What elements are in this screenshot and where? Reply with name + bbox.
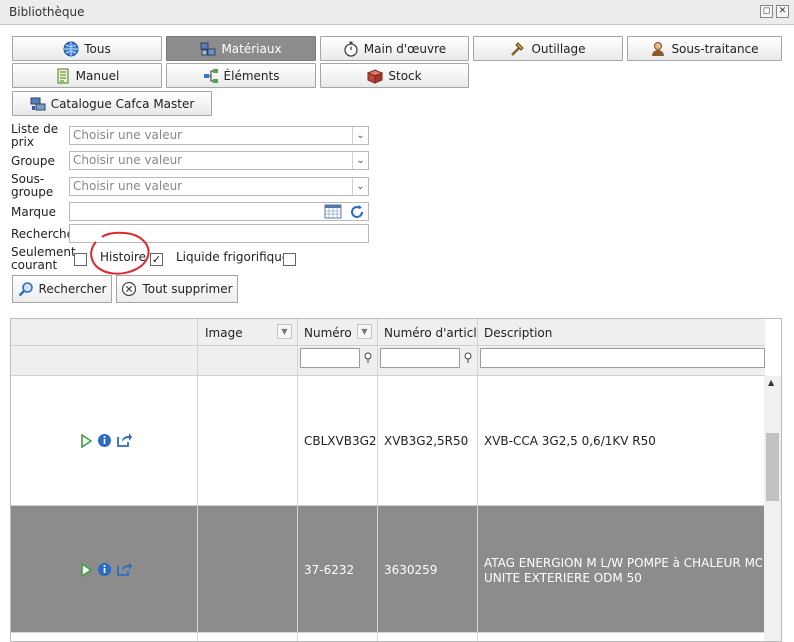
grid-header: Image ▼ Numéro ▼ Numéro d'article d Desc… xyxy=(11,319,765,346)
refresh-icon[interactable] xyxy=(349,204,365,220)
tab-label: Éléments xyxy=(223,68,280,83)
hierarchy-icon xyxy=(203,68,219,84)
filter-icon[interactable] xyxy=(363,352,373,364)
refrigerant-label: Liquide frigorifique xyxy=(176,250,290,264)
tab-elements[interactable]: Éléments xyxy=(166,63,316,88)
tools-icon xyxy=(510,41,526,57)
tab-outillage[interactable]: Outillage xyxy=(473,36,623,61)
stopwatch-icon xyxy=(343,41,359,57)
vertical-scrollbar[interactable]: ▲ xyxy=(764,376,781,641)
refrigerant-checkbox[interactable] xyxy=(283,253,296,266)
cell-numero: 37-6232 xyxy=(304,563,355,577)
tab-manuel[interactable]: Manuel xyxy=(12,63,162,88)
search-label: Recherche xyxy=(11,227,75,241)
scroll-thumb[interactable] xyxy=(766,433,779,501)
table-row-selected[interactable]: 37-6232 3630259 ATAG ENERGION M L/W POMP… xyxy=(11,506,765,633)
clear-icon xyxy=(121,281,137,297)
catalogue-icon xyxy=(30,96,46,112)
tab-label: Sous-traitance xyxy=(671,41,759,56)
group-placeholder: Choisir une valeur xyxy=(73,153,183,167)
box-icon xyxy=(367,68,384,84)
group-label: Groupe xyxy=(11,154,55,168)
play-icon[interactable] xyxy=(80,562,93,578)
cell-numero: CBLXVB3G2,5 xyxy=(304,434,376,448)
tab-tous[interactable]: Tous xyxy=(12,36,162,61)
subgroup-placeholder: Choisir une valeur xyxy=(73,179,183,193)
title-bar: Bibliothèque ◻ ✕ xyxy=(0,0,794,25)
search-button[interactable]: Rechercher xyxy=(12,275,112,303)
article-filter-input[interactable] xyxy=(380,348,460,368)
description-filter-input[interactable] xyxy=(480,348,765,368)
cell-description: ATAG ENERGION M L/W POMPE à CHALEUR MONO… xyxy=(484,556,762,570)
materials-icon xyxy=(200,41,216,57)
cell-article: XVB3G2,5R50 xyxy=(384,434,469,448)
scroll-up-icon[interactable]: ▲ xyxy=(768,378,774,387)
tab-label: Catalogue Cafca Master xyxy=(50,96,195,111)
share-icon[interactable] xyxy=(116,561,132,577)
globe-icon xyxy=(63,41,79,57)
column-menu-icon[interactable]: ▼ xyxy=(357,324,372,339)
price-list-label: Liste de prix xyxy=(11,122,59,149)
subgroup-select[interactable]: Choisir une valeur ⌄ xyxy=(69,177,369,196)
filter-icon[interactable] xyxy=(463,352,473,364)
tab-main-doeuvre[interactable]: Main d'œuvre xyxy=(320,36,469,61)
share-icon[interactable] xyxy=(116,432,132,448)
numero-filter-input[interactable] xyxy=(300,348,360,368)
column-divider xyxy=(377,319,378,641)
search-button-label: Rechercher xyxy=(38,282,107,296)
library-window: Bibliothèque ◻ ✕ Tous Matériaux Main d'œ… xyxy=(0,0,794,642)
tab-label: Stock xyxy=(388,68,422,83)
brand-input[interactable] xyxy=(69,202,369,221)
chevron-down-icon: ⌄ xyxy=(352,152,368,169)
column-header-numero[interactable]: Numéro xyxy=(304,326,360,340)
chevron-down-icon: ⌄ xyxy=(352,178,368,195)
column-header-image[interactable]: Image xyxy=(205,326,275,340)
cell-article: 3630259 xyxy=(384,563,438,577)
person-icon xyxy=(650,41,666,57)
table-row[interactable]: CBLXVB3G2,5 XVB3G2,5R50 XVB-CCA 3G2,5 0,… xyxy=(11,376,765,506)
tab-label: Tous xyxy=(84,41,111,56)
play-icon[interactable] xyxy=(80,433,93,449)
column-divider xyxy=(477,319,478,641)
window-title: Bibliothèque xyxy=(9,5,85,19)
tab-label: Manuel xyxy=(75,68,120,83)
tab-materiaux[interactable]: Matériaux xyxy=(166,36,316,61)
tab-stock[interactable]: Stock xyxy=(320,63,469,88)
chevron-down-icon: ⌄ xyxy=(352,127,368,144)
only-current-label: Seulement courant xyxy=(11,245,76,272)
group-select[interactable]: Choisir une valeur ⌄ xyxy=(69,151,369,170)
brand-label: Marque xyxy=(11,205,57,219)
column-header-description[interactable]: Description xyxy=(484,326,754,340)
column-divider xyxy=(197,319,198,641)
tab-label: Outillage xyxy=(531,41,586,56)
cell-description-line2: UNITE EXTERIERE ODM 50 xyxy=(484,571,642,585)
tab-label: Main d'œuvre xyxy=(363,41,447,56)
clear-all-button-label: Tout supprimer xyxy=(142,282,233,296)
results-grid: Image ▼ Numéro ▼ Numéro d'article d Desc… xyxy=(10,318,782,642)
document-icon xyxy=(55,68,71,84)
column-divider xyxy=(297,319,298,641)
info-icon[interactable] xyxy=(97,433,112,448)
price-list-placeholder: Choisir une valeur xyxy=(73,128,183,142)
price-list-select[interactable]: Choisir une valeur ⌄ xyxy=(69,126,369,145)
tab-catalogue-cafca-master[interactable]: Catalogue Cafca Master xyxy=(12,91,212,116)
calendar-icon[interactable] xyxy=(324,204,342,219)
restore-icon[interactable]: ◻ xyxy=(760,5,773,18)
subgroup-label: Sous-groupe xyxy=(11,172,54,199)
close-icon[interactable]: ✕ xyxy=(776,5,789,18)
clear-all-button[interactable]: Tout supprimer xyxy=(116,275,238,303)
tab-sous-traitance[interactable]: Sous-traitance xyxy=(627,36,782,61)
column-menu-icon[interactable]: ▼ xyxy=(277,324,292,339)
info-icon[interactable] xyxy=(97,562,112,577)
tab-label: Matériaux xyxy=(221,41,282,56)
column-header-article-number[interactable]: Numéro d'article d xyxy=(384,326,477,340)
annotation-circle xyxy=(90,231,150,275)
search-icon xyxy=(18,281,34,297)
grid-filter-row xyxy=(11,346,765,376)
cell-description: XVB-CCA 3G2,5 0,6/1KV R50 xyxy=(484,434,656,448)
